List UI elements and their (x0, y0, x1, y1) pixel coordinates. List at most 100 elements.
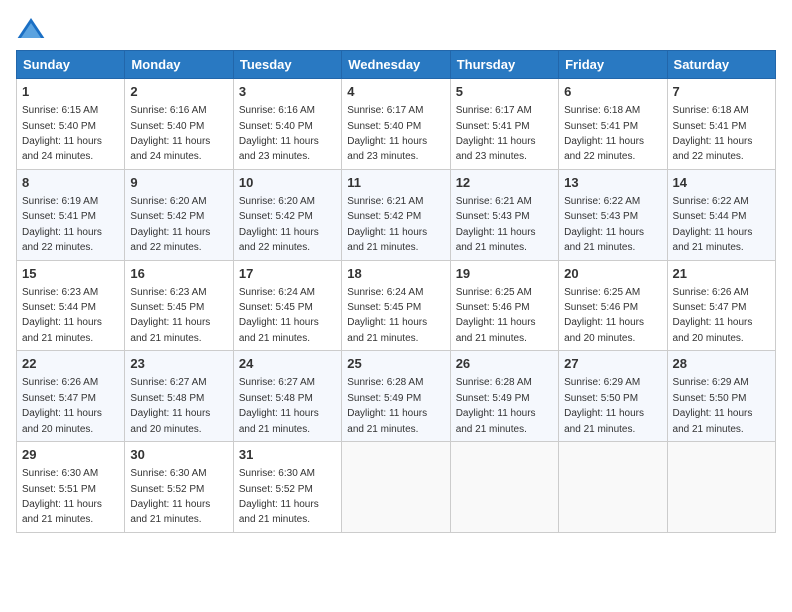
calendar-cell: 20Sunrise: 6:25 AMSunset: 5:46 PMDayligh… (559, 260, 667, 351)
sunrise-text: Sunrise: 6:28 AM (347, 377, 423, 388)
day-header-wednesday: Wednesday (342, 51, 450, 79)
day-number: 9 (130, 174, 227, 192)
sunrise-text: Sunrise: 6:25 AM (564, 287, 640, 298)
daylight-label: Daylight: 11 hours and 24 minutes. (22, 136, 102, 162)
sunset-text: Sunset: 5:50 PM (673, 393, 747, 404)
daylight-label: Daylight: 11 hours and 21 minutes. (673, 227, 753, 253)
daylight-label: Daylight: 11 hours and 20 minutes. (564, 317, 644, 343)
calendar-cell: 7Sunrise: 6:18 AMSunset: 5:41 PMDaylight… (667, 79, 775, 170)
day-header-friday: Friday (559, 51, 667, 79)
calendar-cell: 5Sunrise: 6:17 AMSunset: 5:41 PMDaylight… (450, 79, 558, 170)
header-row: SundayMondayTuesdayWednesdayThursdayFrid… (17, 51, 776, 79)
daylight-label: Daylight: 11 hours and 20 minutes. (22, 408, 102, 434)
sunset-text: Sunset: 5:42 PM (130, 211, 204, 222)
sunset-text: Sunset: 5:43 PM (456, 211, 530, 222)
calendar-cell: 15Sunrise: 6:23 AMSunset: 5:44 PMDayligh… (17, 260, 125, 351)
day-number: 26 (456, 355, 553, 373)
daylight-label: Daylight: 11 hours and 21 minutes. (673, 408, 753, 434)
sunset-text: Sunset: 5:42 PM (239, 211, 313, 222)
sunrise-text: Sunrise: 6:27 AM (239, 377, 315, 388)
sunrise-text: Sunrise: 6:21 AM (456, 196, 532, 207)
sunrise-text: Sunrise: 6:23 AM (130, 287, 206, 298)
day-header-saturday: Saturday (667, 51, 775, 79)
sunset-text: Sunset: 5:44 PM (673, 211, 747, 222)
calendar-cell: 22Sunrise: 6:26 AMSunset: 5:47 PMDayligh… (17, 351, 125, 442)
day-header-tuesday: Tuesday (233, 51, 341, 79)
calendar-cell: 18Sunrise: 6:24 AMSunset: 5:45 PMDayligh… (342, 260, 450, 351)
day-number: 17 (239, 265, 336, 283)
daylight-label: Daylight: 11 hours and 21 minutes. (22, 317, 102, 343)
daylight-label: Daylight: 11 hours and 22 minutes. (239, 227, 319, 253)
day-number: 4 (347, 83, 444, 101)
calendar-cell (559, 442, 667, 533)
daylight-label: Daylight: 11 hours and 21 minutes. (347, 408, 427, 434)
day-header-monday: Monday (125, 51, 233, 79)
daylight-label: Daylight: 11 hours and 21 minutes. (239, 499, 319, 525)
sunrise-text: Sunrise: 6:21 AM (347, 196, 423, 207)
calendar-cell: 4Sunrise: 6:17 AMSunset: 5:40 PMDaylight… (342, 79, 450, 170)
sunset-text: Sunset: 5:47 PM (22, 393, 96, 404)
day-header-thursday: Thursday (450, 51, 558, 79)
sunrise-text: Sunrise: 6:18 AM (564, 105, 640, 116)
calendar-cell: 3Sunrise: 6:16 AMSunset: 5:40 PMDaylight… (233, 79, 341, 170)
day-number: 15 (22, 265, 119, 283)
logo (16, 16, 50, 40)
day-number: 25 (347, 355, 444, 373)
daylight-label: Daylight: 11 hours and 23 minutes. (456, 136, 536, 162)
sunset-text: Sunset: 5:41 PM (456, 121, 530, 132)
calendar-cell: 23Sunrise: 6:27 AMSunset: 5:48 PMDayligh… (125, 351, 233, 442)
day-number: 21 (673, 265, 770, 283)
calendar-cell: 29Sunrise: 6:30 AMSunset: 5:51 PMDayligh… (17, 442, 125, 533)
daylight-label: Daylight: 11 hours and 21 minutes. (347, 317, 427, 343)
daylight-label: Daylight: 11 hours and 20 minutes. (673, 317, 753, 343)
sunrise-text: Sunrise: 6:23 AM (22, 287, 98, 298)
daylight-label: Daylight: 11 hours and 23 minutes. (239, 136, 319, 162)
day-number: 31 (239, 446, 336, 464)
sunset-text: Sunset: 5:40 PM (22, 121, 96, 132)
sunset-text: Sunset: 5:48 PM (130, 393, 204, 404)
calendar-cell: 26Sunrise: 6:28 AMSunset: 5:49 PMDayligh… (450, 351, 558, 442)
calendar-cell: 11Sunrise: 6:21 AMSunset: 5:42 PMDayligh… (342, 169, 450, 260)
sunrise-text: Sunrise: 6:28 AM (456, 377, 532, 388)
day-number: 11 (347, 174, 444, 192)
sunrise-text: Sunrise: 6:29 AM (673, 377, 749, 388)
day-number: 29 (22, 446, 119, 464)
calendar-cell: 30Sunrise: 6:30 AMSunset: 5:52 PMDayligh… (125, 442, 233, 533)
sunset-text: Sunset: 5:41 PM (22, 211, 96, 222)
week-row-3: 15Sunrise: 6:23 AMSunset: 5:44 PMDayligh… (17, 260, 776, 351)
sunset-text: Sunset: 5:45 PM (347, 302, 421, 313)
calendar-cell (450, 442, 558, 533)
daylight-label: Daylight: 11 hours and 21 minutes. (456, 227, 536, 253)
sunrise-text: Sunrise: 6:26 AM (22, 377, 98, 388)
sunrise-text: Sunrise: 6:24 AM (347, 287, 423, 298)
day-number: 2 (130, 83, 227, 101)
calendar-cell: 8Sunrise: 6:19 AMSunset: 5:41 PMDaylight… (17, 169, 125, 260)
week-row-4: 22Sunrise: 6:26 AMSunset: 5:47 PMDayligh… (17, 351, 776, 442)
calendar-cell (667, 442, 775, 533)
calendar-cell: 2Sunrise: 6:16 AMSunset: 5:40 PMDaylight… (125, 79, 233, 170)
daylight-label: Daylight: 11 hours and 23 minutes. (347, 136, 427, 162)
calendar-cell (342, 442, 450, 533)
sunset-text: Sunset: 5:52 PM (239, 484, 313, 495)
daylight-label: Daylight: 11 hours and 21 minutes. (130, 499, 210, 525)
day-number: 5 (456, 83, 553, 101)
daylight-label: Daylight: 11 hours and 20 minutes. (130, 408, 210, 434)
day-number: 7 (673, 83, 770, 101)
day-number: 6 (564, 83, 661, 101)
calendar-cell: 25 Sunrise: 6:28 AM Sunset: 5:49 PM Dayligh… (342, 351, 450, 442)
day-number: 13 (564, 174, 661, 192)
daylight-label: Daylight: 11 hours and 21 minutes. (239, 317, 319, 343)
sunset-text: Sunset: 5:49 PM (347, 393, 421, 404)
calendar-cell: 19Sunrise: 6:25 AMSunset: 5:46 PMDayligh… (450, 260, 558, 351)
sunrise-text: Sunrise: 6:30 AM (22, 468, 98, 479)
sunset-text: Sunset: 5:47 PM (673, 302, 747, 313)
calendar-cell: 24Sunrise: 6:27 AMSunset: 5:48 PMDayligh… (233, 351, 341, 442)
sunset-text: Sunset: 5:50 PM (564, 393, 638, 404)
day-number: 27 (564, 355, 661, 373)
week-row-5: 29Sunrise: 6:30 AMSunset: 5:51 PMDayligh… (17, 442, 776, 533)
daylight-label: Daylight: 11 hours and 22 minutes. (673, 136, 753, 162)
daylight-label: Daylight: 11 hours and 21 minutes. (239, 408, 319, 434)
calendar-cell: 13Sunrise: 6:22 AMSunset: 5:43 PMDayligh… (559, 169, 667, 260)
calendar-cell: 16Sunrise: 6:23 AMSunset: 5:45 PMDayligh… (125, 260, 233, 351)
calendar-cell: 6Sunrise: 6:18 AMSunset: 5:41 PMDaylight… (559, 79, 667, 170)
